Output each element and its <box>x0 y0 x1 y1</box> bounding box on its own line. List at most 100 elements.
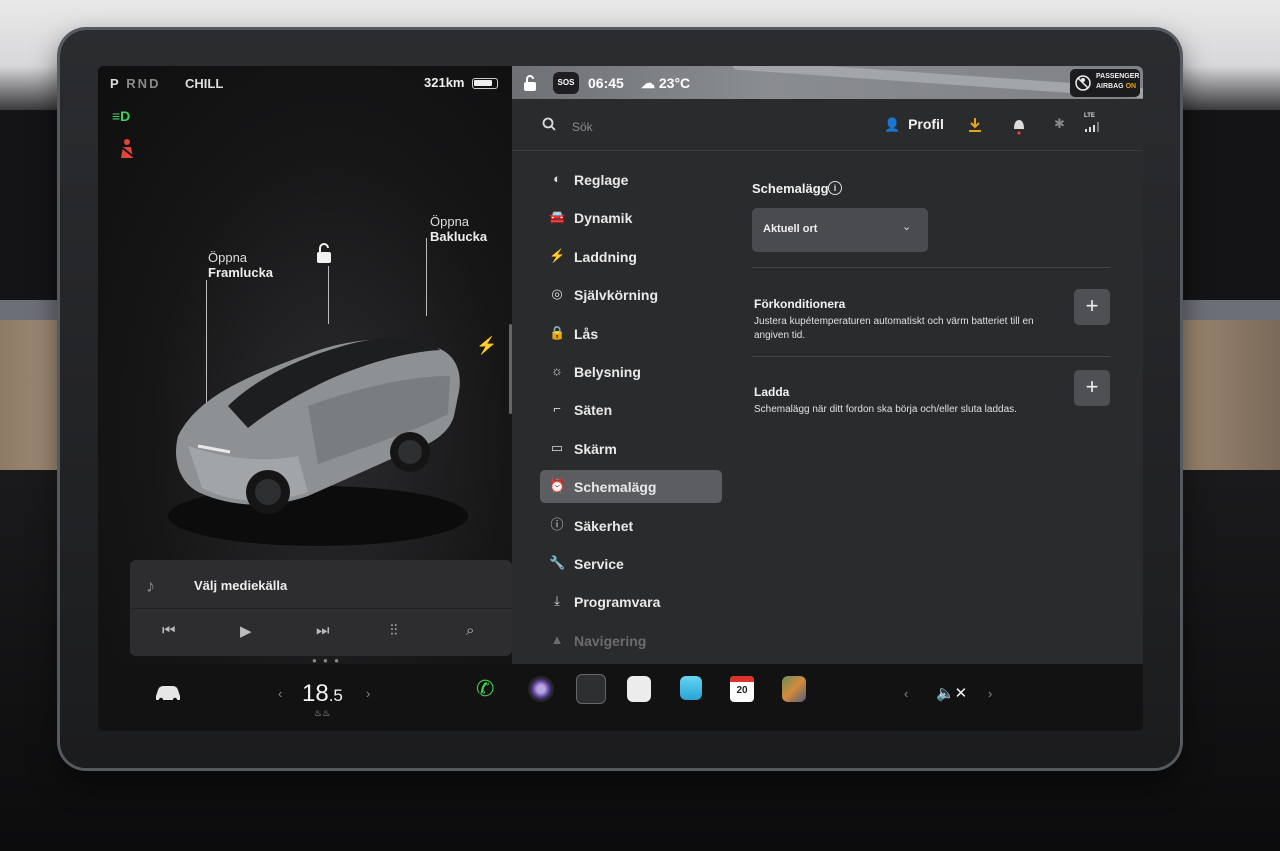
cabin-temperature[interactable]: 18.5 <box>302 680 343 708</box>
charge-port-icon[interactable]: ⚡ <box>476 336 497 356</box>
gear-selector-indicator: P RND <box>110 76 161 91</box>
add-charge-schedule-button[interactable]: + <box>1074 370 1110 406</box>
search-input[interactable]: Sök <box>572 120 593 134</box>
charge-title: Ladda <box>754 385 790 399</box>
calendar-icon[interactable]: 20 <box>730 676 754 702</box>
touchscreen: P RND CHILL 321km ≡D Öppna Framlucka Öpp… <box>98 66 1143 731</box>
temp-down-icon[interactable]: ‹ <box>278 686 282 701</box>
add-precondition-button[interactable]: + <box>1074 289 1110 325</box>
download-icon[interactable] <box>968 117 982 133</box>
next-track-icon[interactable]: ⏭ <box>316 622 330 639</box>
arcade-icon[interactable] <box>782 676 806 702</box>
download-icon: ⤓ <box>554 593 560 609</box>
bell-icon[interactable] <box>1012 117 1026 135</box>
sidebar-item-dynamik[interactable]: 🚘 Dynamik <box>540 201 722 234</box>
previous-track-icon[interactable]: ⏮ <box>162 622 176 639</box>
profile-label: Profil <box>908 116 944 132</box>
person-icon: 👤 <box>884 117 901 132</box>
sidebar-item-säkerhet[interactable]: ⓘ Säkerhet <box>540 509 722 542</box>
battery-icon <box>472 78 498 89</box>
light-icon: ☼ <box>551 363 563 378</box>
media-source-label: Välj mediekälla <box>194 578 288 593</box>
settings-panel: Sök 👤 Profil ✱ LTE ◐ Reglage 🚘 Dynamik ⚡ Ladd… <box>512 99 1143 664</box>
page-title: Schemalägg <box>752 181 829 196</box>
sidebar-item-label: Reglage <box>574 172 629 188</box>
airbag-label-2: AIRBAG ON <box>1096 83 1137 90</box>
vehicle-panel: P RND CHILL 321km ≡D Öppna Framlucka Öpp… <box>98 66 518 665</box>
bolt-icon: ⚡ <box>549 247 566 263</box>
car-controls-icon[interactable] <box>154 684 182 702</box>
cloud-icon: ☁ <box>641 75 655 91</box>
outside-temperature: ☁ 23°C <box>641 75 690 92</box>
location-dropdown-value: Aktuell ort <box>763 223 818 235</box>
sidebar-item-reglage[interactable]: ◐ Reglage <box>540 163 722 196</box>
sidebar-item-säten[interactable]: ⌐ Säten <box>540 393 722 426</box>
sidebar-item-självkörning[interactable]: ◎ Självkörning <box>540 278 722 311</box>
sos-button[interactable]: SOS <box>553 72 579 94</box>
steering-wheel-icon: ◎ <box>551 286 563 302</box>
notes-icon[interactable] <box>627 676 651 702</box>
sidebar-item-label: Lås <box>574 325 599 342</box>
lock-status-icon[interactable] <box>522 74 538 92</box>
location-dropdown[interactable]: Aktuell ort ⌄ <box>752 208 928 252</box>
sidebar-item-programvara[interactable]: ⤓ Programvara <box>540 585 722 618</box>
sidebar-item-label: Programvara <box>574 594 661 611</box>
wrench-icon: 🔧 <box>549 555 566 570</box>
bluetooth-icon[interactable]: ✱ <box>1054 116 1065 132</box>
sidebar-item-navigering[interactable]: ▲ Navigering <box>540 624 722 657</box>
media-source-row[interactable]: ♪ Välj mediekälla <box>130 560 512 609</box>
unlock-icon[interactable] <box>314 242 334 264</box>
sidebar-item-belysning[interactable]: ☼ Belysning <box>540 355 722 388</box>
outside-temperature-value: 23°C <box>658 75 691 91</box>
sidebar-item-label: Schemalägg <box>574 479 657 496</box>
car-icon: 🚘 <box>549 209 566 225</box>
headlights-on-icon: ≡D <box>112 108 131 124</box>
lte-signal-icon: LTE <box>1084 113 1100 137</box>
charge-description: Schemalägg när ditt fordon ska börja och… <box>754 404 1017 415</box>
play-icon[interactable]: ▶ <box>240 622 252 640</box>
volume-up-icon[interactable]: › <box>988 686 992 701</box>
open-frunk-label-1: Öppna <box>208 250 248 265</box>
sidebar-item-laddning[interactable]: ⚡ Laddning <box>540 240 722 273</box>
temp-decimal: .5 <box>328 686 343 705</box>
sidebar-item-lås[interactable]: 🔒 Lås <box>540 317 722 350</box>
equalizer-icon[interactable]: ⫶⫶ <box>390 622 398 639</box>
airbag-label-1: PASSENGER <box>1096 73 1140 80</box>
sidebar-item-label: Belysning <box>574 364 641 380</box>
open-frunk-button[interactable]: Öppna Framlucka <box>208 250 273 280</box>
navigation-icon: ▲ <box>550 631 564 647</box>
sidebar-item-schemalägg[interactable]: ⏰ Schemalägg <box>540 470 722 504</box>
camera-icon[interactable] <box>528 676 554 702</box>
sidebar-item-label: Självkörning <box>574 287 659 304</box>
volume-down-icon[interactable]: ‹ <box>904 686 908 701</box>
temp-up-icon[interactable]: › <box>366 686 370 701</box>
settings-toolbar: Sök 👤 Profil ✱ LTE <box>512 99 1143 151</box>
info-icon[interactable]: i <box>828 181 842 195</box>
range-display: 321km <box>424 75 465 90</box>
alarm-clock-icon: ⏰ <box>549 478 566 494</box>
bottom-bar: ‹ 18.5 ♨♨ › ✆ 20 ‹ 🔈✕ › <box>98 664 1143 731</box>
open-trunk-button[interactable]: Öppna Baklucka <box>430 214 487 244</box>
precondition-title: Förkonditionera <box>754 297 846 311</box>
toggle-icon: ◐ <box>553 171 561 186</box>
toybox-icon[interactable] <box>576 674 606 704</box>
media-player: ♪ Välj mediekälla ⏮ ▶ ⏭ ⫶⫶ ⌕ <box>130 560 512 656</box>
seatbelt-warning-icon <box>119 139 135 158</box>
media-search-icon[interactable]: ⌕ <box>466 622 474 639</box>
profile-button[interactable]: 👤 Profil <box>884 116 944 133</box>
sidebar-item-label: Service <box>574 556 624 572</box>
calendar-day: 20 <box>736 685 748 696</box>
passenger-airbag-indicator: PASSENGER AIRBAG ON <box>1070 69 1140 97</box>
sidebar-item-service[interactable]: 🔧 Service <box>540 547 722 580</box>
drive-mode: CHILL <box>185 76 224 91</box>
battery-fill <box>474 80 492 86</box>
sidebar-item-label: Skärm <box>574 440 617 457</box>
bluetooth-app-icon[interactable] <box>680 676 702 700</box>
search-icon[interactable] <box>542 117 556 131</box>
phone-icon[interactable]: ✆ <box>476 676 494 702</box>
vehicle-3d-model <box>168 337 468 546</box>
sidebar-item-skärm[interactable]: ▭ Skärm <box>540 432 722 465</box>
mute-icon[interactable]: 🔈✕ <box>936 684 967 702</box>
seat-icon: ⌐ <box>553 401 561 417</box>
alert-icon: ⓘ <box>550 516 564 532</box>
